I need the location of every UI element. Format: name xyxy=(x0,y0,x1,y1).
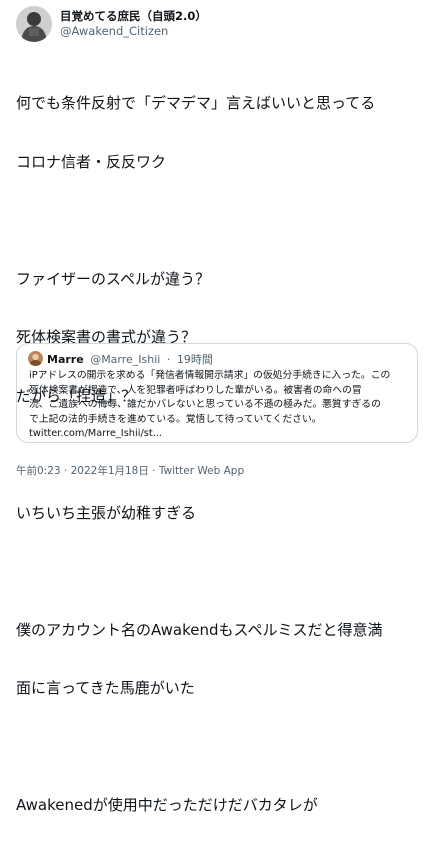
tweet-text: 何でも条件反射で「デマデマ」言えばいいと思ってる コロナ信者・反反ワク ファイザ… xyxy=(16,55,436,855)
quoted-line: 死体検案書が捏造で、人を犯罪者呼ばわりした輩がいる。被害者の命への冒 xyxy=(29,384,362,396)
author-display-name[interactable]: 目覚めてる庶民（自頭2.0） xyxy=(60,9,207,24)
quoted-line: iPアドレスの開示を求める「発信者情報開示請求」の仮処分手続きに入った。この xyxy=(29,370,391,381)
quoted-avatar[interactable] xyxy=(28,351,43,366)
quoted-header: Marre @Marre_Ishii · 19時間 xyxy=(28,351,213,367)
quoted-time[interactable]: 19時間 xyxy=(177,353,213,366)
tweet-line xyxy=(16,562,436,582)
tweet-line: ファイザーのスペルが違う？ xyxy=(16,269,210,288)
tweet-line xyxy=(16,738,436,758)
quoted-name[interactable]: Marre xyxy=(47,353,84,366)
tweet-line: 僕のアカウント名のAwakendもスペルミスだと得意満 xyxy=(16,620,383,639)
tweet-line: Awakenedが使用中だっただけだバカタレが xyxy=(16,796,318,814)
tweet-line xyxy=(16,211,436,231)
quoted-handle[interactable]: @Marre_Ishii xyxy=(90,353,160,366)
quoted-line: で上記の法的手続きを進めている。覚悟して待っていてください。 xyxy=(29,413,322,425)
author-names: 目覚めてる庶民（自頭2.0） @Awakend_Citizen xyxy=(60,9,207,39)
tweet-line: いちいち主張が幼稚すぎる xyxy=(16,503,197,522)
tweet-line: コロナ信者・反反ワク xyxy=(16,152,167,171)
author-avatar[interactable] xyxy=(16,6,52,42)
tweet: 目覚めてる庶民（自頭2.0） @Awakend_Citizen 何でも条件反射で… xyxy=(0,0,446,814)
tweet-timestamp[interactable]: 午前0:23 · 2022年1月18日 · Twitter Web App xyxy=(16,463,244,478)
tweet-line xyxy=(16,445,436,465)
quoted-separator: · xyxy=(166,353,171,366)
quoted-tweet[interactable]: Marre @Marre_Ishii · 19時間 iPアドレスの開示を求める「… xyxy=(16,343,418,443)
author-handle[interactable]: @Awakend_Citizen xyxy=(60,24,207,39)
quoted-text: iPアドレスの開示を求める「発信者情報開示請求」の仮処分手続きに入った。この 死… xyxy=(29,369,413,442)
quoted-line: 涜、ご遺族への侮辱、誰だかバレないと思っている不遜の極みだ。悪質すぎるの xyxy=(29,399,381,410)
tweet-header: 目覚めてる庶民（自頭2.0） @Awakend_Citizen xyxy=(16,6,426,42)
tweet-line: 面に言ってきた馬鹿がいた xyxy=(16,679,195,697)
quoted-link[interactable]: twitter.com/Marre_Ishii/st... xyxy=(29,427,413,442)
tweet-line: 何でも条件反射で「デマデマ」言えばいいと思ってる xyxy=(16,94,376,112)
